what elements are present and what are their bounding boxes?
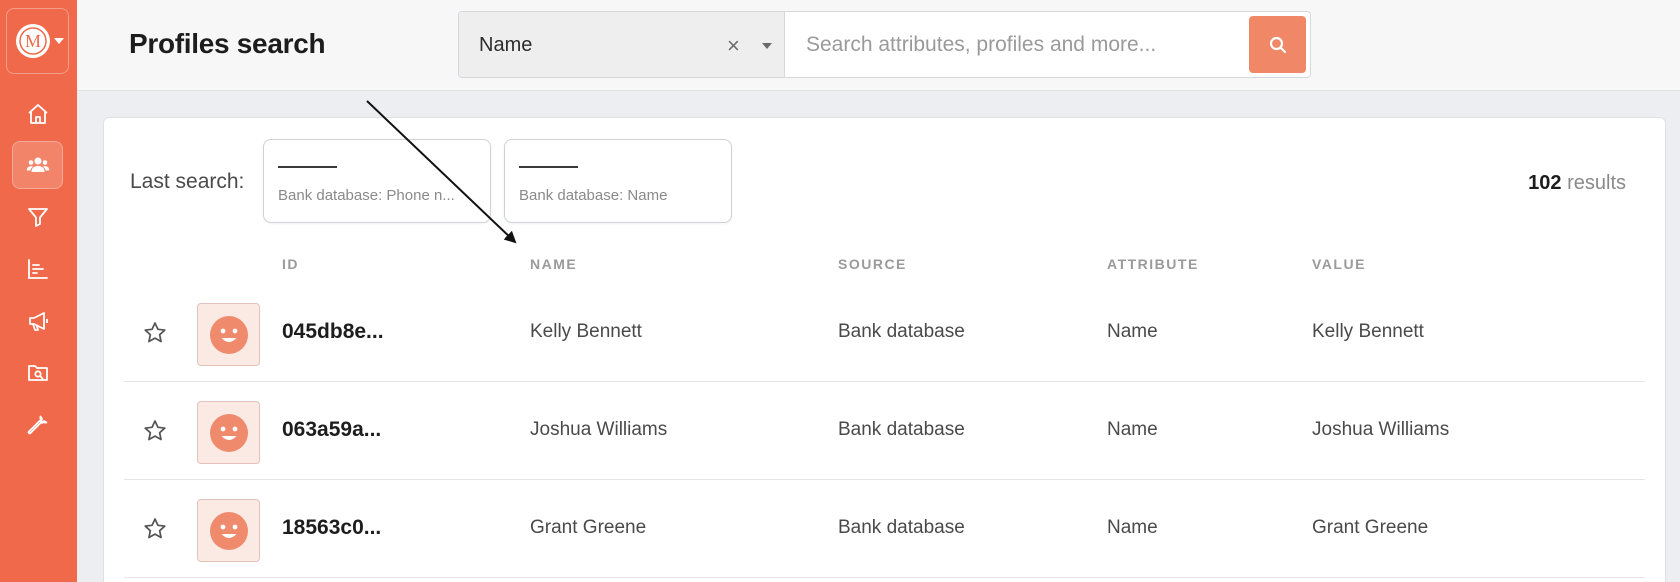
- cell-attribute: Name: [1107, 419, 1158, 440]
- table-row[interactable]: 063a59a... Joshua Williams Bank database…: [124, 382, 1645, 480]
- last-search-label: Last search:: [130, 170, 245, 193]
- column-header-value[interactable]: VALUE: [1312, 256, 1366, 272]
- wrench-icon: [27, 415, 47, 435]
- app-logo-menu[interactable]: M: [6, 8, 69, 74]
- chip-label: Bank database: Name: [519, 187, 668, 204]
- table-row[interactable]: 045db8e... Kelly Bennett Bank database N…: [124, 284, 1645, 382]
- star-icon[interactable]: [142, 418, 168, 444]
- clear-icon[interactable]: ×: [727, 33, 740, 59]
- cell-id[interactable]: 045db8e...: [282, 320, 384, 344]
- megaphone-icon: [28, 312, 48, 331]
- star-icon[interactable]: [142, 320, 168, 346]
- search-button[interactable]: [1249, 16, 1306, 73]
- sidebar-item-home[interactable]: [12, 90, 63, 138]
- results-card: Last search: Bank database: Phone n... B…: [103, 117, 1666, 582]
- chip-label: Bank database: Phone n...: [278, 187, 455, 204]
- cell-attribute: Name: [1107, 321, 1158, 342]
- page-title: Profiles search: [129, 28, 326, 59]
- folder-search-icon: [27, 365, 48, 381]
- users-icon: [26, 157, 49, 172]
- results-count: 102 results: [1528, 172, 1626, 195]
- cell-source: Bank database: [838, 419, 965, 440]
- cell-name: Joshua Williams: [530, 419, 668, 440]
- results-suffix: results: [1561, 172, 1626, 194]
- sidebar-item-profiles[interactable]: [12, 141, 63, 189]
- cell-name: Kelly Bennett: [530, 321, 642, 342]
- smiley-icon: [209, 511, 248, 550]
- caret-down-icon: [54, 38, 64, 44]
- sidebar: M: [0, 0, 77, 582]
- column-header-source[interactable]: SOURCE: [838, 256, 907, 272]
- chevron-down-icon[interactable]: [762, 43, 772, 49]
- cell-id[interactable]: 18563c0...: [282, 516, 381, 540]
- cell-attribute: Name: [1107, 517, 1158, 538]
- avatar: [197, 499, 260, 562]
- sidebar-item-folder-search[interactable]: [12, 349, 63, 397]
- search-icon: [1269, 36, 1286, 53]
- cell-name: Grant Greene: [530, 517, 647, 538]
- table-row[interactable]: 18563c0... Grant Greene Bank database Na…: [124, 480, 1645, 578]
- last-search-chip[interactable]: Bank database: Phone n...: [263, 139, 491, 223]
- cell-source: Bank database: [838, 321, 965, 342]
- cell-value: Joshua Williams: [1312, 419, 1450, 440]
- star-icon[interactable]: [142, 516, 168, 542]
- cell-value: Grant Greene: [1312, 517, 1429, 538]
- bar-chart-icon: [27, 259, 48, 279]
- sidebar-item-campaigns[interactable]: [12, 297, 63, 345]
- sidebar-item-settings[interactable]: [12, 401, 63, 449]
- smiley-icon: [209, 413, 248, 452]
- logo-icon: M: [16, 24, 50, 58]
- chip-divider: [278, 166, 337, 168]
- search-field-select[interactable]: Name ×: [459, 12, 785, 77]
- filter-icon: [27, 208, 48, 227]
- column-header-id[interactable]: ID: [282, 256, 299, 272]
- column-header-attribute[interactable]: ATTRIBUTE: [1107, 256, 1199, 272]
- chip-divider: [519, 166, 578, 168]
- last-search-chip[interactable]: Bank database: Name: [504, 139, 732, 223]
- smiley-icon: [209, 315, 248, 354]
- search-group: Name ×: [458, 11, 1311, 78]
- avatar: [197, 401, 260, 464]
- header: Profiles search Name ×: [77, 0, 1680, 91]
- results-number: 102: [1528, 172, 1562, 194]
- avatar: [197, 303, 260, 366]
- sidebar-item-analytics[interactable]: [12, 245, 63, 293]
- cell-value: Kelly Bennett: [1312, 321, 1424, 342]
- search-input[interactable]: [786, 12, 1246, 77]
- sidebar-item-filters[interactable]: [12, 193, 63, 241]
- cell-source: Bank database: [838, 517, 965, 538]
- svg-text:M: M: [25, 31, 41, 51]
- column-header-name[interactable]: NAME: [530, 256, 577, 272]
- home-icon: [27, 104, 48, 124]
- select-value: Name: [479, 34, 533, 56]
- cell-id[interactable]: 063a59a...: [282, 418, 381, 442]
